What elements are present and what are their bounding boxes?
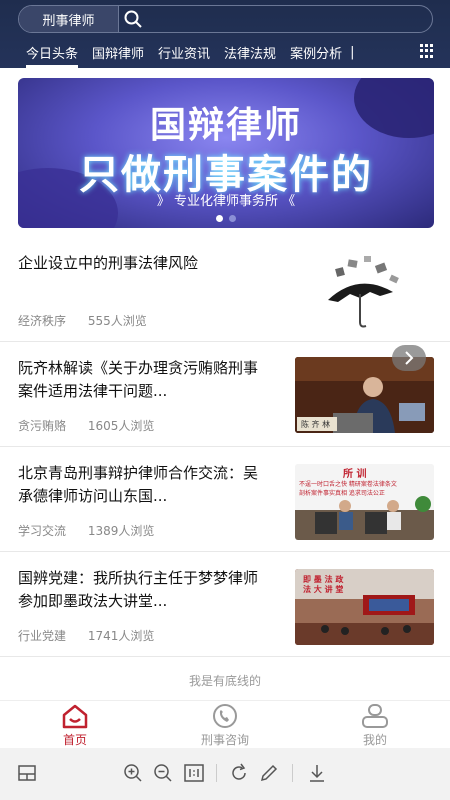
tab-consult[interactable]: 刑事咨询 <box>150 701 300 748</box>
news-item[interactable]: 北京青岛刑事辩护律师合作交流：吴承德律师访问山东国... 学习交流 1389人浏… <box>0 448 450 552</box>
news-meta: 贪污贿赂 1605人浏览 <box>18 417 154 434</box>
tab-headlines[interactable]: 今日头条 <box>26 43 79 68</box>
thumbnail-motto-text: 剖析案件事实真相 追求司法公正 <box>299 490 385 497</box>
tab-case-analysis[interactable]: 案例分析 <box>290 43 342 62</box>
news-category: 贪污贿赂 <box>18 419 67 433</box>
news-title: 国辨党建：我所执行主任于梦梦律师参加即墨政法大讲堂... <box>18 569 259 610</box>
umbrella-thumbnail <box>318 250 418 332</box>
viewer-toolbar <box>0 748 450 800</box>
news-views: 1605人浏览 <box>87 419 155 433</box>
news-title: 北京青岛刑事辩护律师合作交流：吴承德律师访问山东国... <box>18 464 259 505</box>
news-views: 1741人浏览 <box>87 629 155 643</box>
news-views: 555人浏览 <box>87 314 147 328</box>
pencil-icon[interactable] <box>258 762 280 784</box>
home-icon <box>62 704 88 729</box>
news-meta: 经济秩序 555人浏览 <box>18 312 147 329</box>
category-tabs: 今日头条 国辩律师 行业资讯 法律法规 案例分析 | <box>0 38 450 68</box>
tab-home[interactable]: 首页 <box>0 701 150 748</box>
news-meta: 行业党建 1741人浏览 <box>18 627 154 644</box>
news-category: 学习交流 <box>18 524 67 538</box>
auditorium-thumbnail: 即 墨 法 政 法 大 讲 堂 <box>295 569 434 645</box>
search-bar[interactable]: 刑事律师 <box>18 5 433 33</box>
thumbnail-poster-text: 即 墨 法 政 法 大 讲 堂 <box>303 575 344 594</box>
end-of-list-note: 我是有底线的 <box>188 674 261 688</box>
tab-mine[interactable]: 我的 <box>300 701 450 748</box>
news-category: 行业党建 <box>18 629 67 643</box>
chevron-right-icon[interactable] <box>392 345 426 371</box>
toolbar-divider <box>292 764 293 782</box>
carousel-dots <box>18 215 434 222</box>
tab-mine-label: 我的 <box>362 733 387 747</box>
toolbar-divider <box>216 764 217 782</box>
tab-industry-news[interactable]: 行业资讯 <box>158 43 210 62</box>
banner-title: 国辩律师 <box>149 105 302 146</box>
tab-laws[interactable]: 法律法规 <box>224 43 276 62</box>
top-header: 刑事律师 今日头条 国辩律师 行业资讯 法律法规 案例分析 | <box>0 0 450 68</box>
tab-consult-label: 刑事咨询 <box>200 733 249 747</box>
thumbnail-motto-text: 不逞一时口舌之快 精研案卷法律条文 <box>299 481 397 488</box>
carousel-dot[interactable] <box>216 215 223 222</box>
download-icon[interactable] <box>306 762 328 784</box>
tab-home-label: 首页 <box>62 733 87 747</box>
news-item[interactable]: 阮齐林解读《关于办理贪污贿赂刑事案件适用法律干问题... 贪污贿赂 1605人浏… <box>0 343 450 447</box>
rotate-icon[interactable] <box>228 762 250 784</box>
tab-guobian-lawyers[interactable]: 国辩律师 <box>92 43 144 62</box>
promo-banner[interactable]: 国辩律师 只做刑事案件的 》 专业化律师事务所 《 <box>18 78 434 228</box>
grid-menu-icon[interactable] <box>420 44 434 58</box>
news-views: 1389人浏览 <box>87 524 155 538</box>
news-meta: 学习交流 1389人浏览 <box>18 522 154 539</box>
news-item[interactable]: 国辨党建：我所执行主任于梦梦律师参加即墨政法大讲堂... 行业党建 1741人浏… <box>0 553 450 657</box>
banner-subtitle: 》 专业化律师事务所 《 <box>156 194 296 209</box>
search-icon[interactable] <box>119 6 147 32</box>
phone-icon <box>213 704 237 728</box>
meeting-thumbnail: 所 训 不逞一时口舌之快 精研案卷法律条文 剖析案件事实真相 追求司法公正 <box>295 464 434 540</box>
actual-size-icon[interactable] <box>183 762 205 784</box>
layout-icon[interactable] <box>16 762 38 784</box>
zoom-out-icon[interactable] <box>152 762 174 784</box>
thumbnail-banner-text: 所 训 <box>343 469 367 480</box>
carousel-dot[interactable] <box>229 215 236 222</box>
news-title: 阮齐林解读《关于办理贪污贿赂刑事案件适用法律干问题... <box>18 359 259 400</box>
news-category: 经济秩序 <box>18 314 67 328</box>
nameplate-text: 陈 齐 林 <box>301 420 331 429</box>
search-category-select[interactable]: 刑事律师 <box>19 6 119 32</box>
user-icon <box>362 704 388 728</box>
news-title: 企业设立中的刑事法律风险 <box>18 254 199 272</box>
zoom-in-icon[interactable] <box>122 762 144 784</box>
tab-separator: | <box>350 44 355 60</box>
news-item[interactable]: 企业设立中的刑事法律风险 经济秩序 555人浏览 <box>0 238 450 342</box>
bottom-tab-bar: 首页 刑事咨询 我的 <box>0 700 450 748</box>
